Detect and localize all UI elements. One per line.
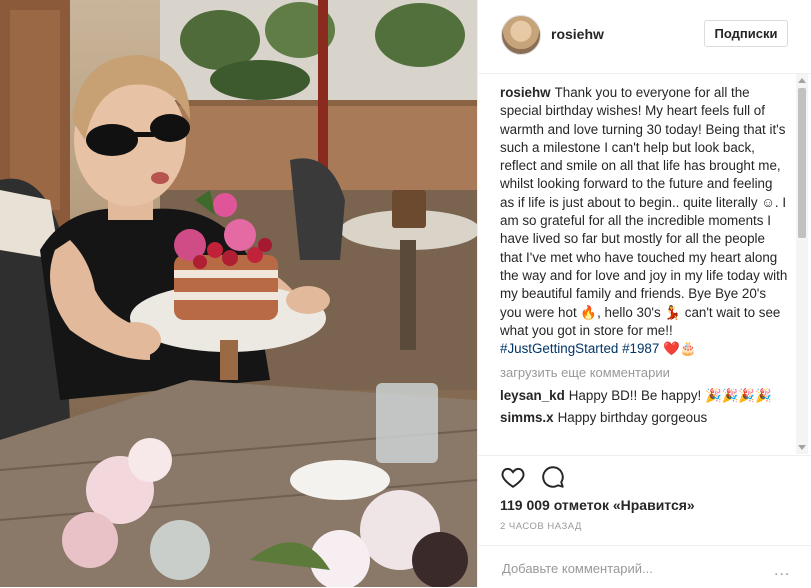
add-comment-input[interactable]: [500, 556, 764, 580]
comment-author[interactable]: simms.x: [500, 410, 554, 425]
likes-count[interactable]: 119 009 отметок «Нравится»: [500, 497, 695, 513]
add-comment-bar: ...: [478, 545, 811, 588]
post-timestamp: 2 ЧАСОВ НАЗАД: [500, 521, 582, 532]
post-photo[interactable]: [0, 0, 477, 587]
photo-illustration: [0, 0, 477, 587]
comments-section: rosiehw Thank you to everyone for all the…: [500, 84, 788, 450]
load-more-comments-link[interactable]: загрузить еще комментарии: [500, 364, 788, 382]
post-header: rosiehw Подписки: [478, 0, 811, 74]
post-actions: [478, 455, 811, 496]
caption-text: Thank you to everyone for all the specia…: [500, 85, 788, 338]
comment: leysan_kd Happy BD!! Be happy! 🎉🎉🎉🎉: [500, 387, 788, 405]
comments-scrollbar[interactable]: [796, 74, 808, 454]
caption: rosiehw Thank you to everyone for all the…: [500, 84, 788, 358]
scrollbar-thumb[interactable]: [798, 88, 806, 238]
comment-bubble-icon[interactable]: [540, 464, 566, 490]
scroll-down-arrow-icon[interactable]: [798, 445, 806, 450]
caption-hashtags[interactable]: #JustGettingStarted #1987: [500, 341, 659, 356]
comment-author[interactable]: leysan_kd: [500, 388, 565, 403]
username[interactable]: rosiehw: [551, 26, 604, 42]
follow-button[interactable]: Подписки: [704, 20, 788, 47]
avatar[interactable]: [501, 15, 541, 55]
post-sidebar: rosiehw Подписки rosiehw Thank you to eve…: [477, 0, 811, 587]
heart-icon[interactable]: [500, 464, 526, 490]
comment-text: Happy birthday gorgeous: [557, 410, 708, 426]
comment-text: Happy BD!! Be happy! 🎉🎉🎉🎉: [568, 387, 772, 403]
caption-tail: ❤️🎂: [663, 341, 697, 357]
scroll-up-arrow-icon[interactable]: [798, 78, 806, 83]
comment: simms.x Happy birthday gorgeous: [500, 409, 788, 427]
more-options-icon[interactable]: ...: [774, 562, 790, 580]
caption-author[interactable]: rosiehw: [500, 85, 551, 100]
